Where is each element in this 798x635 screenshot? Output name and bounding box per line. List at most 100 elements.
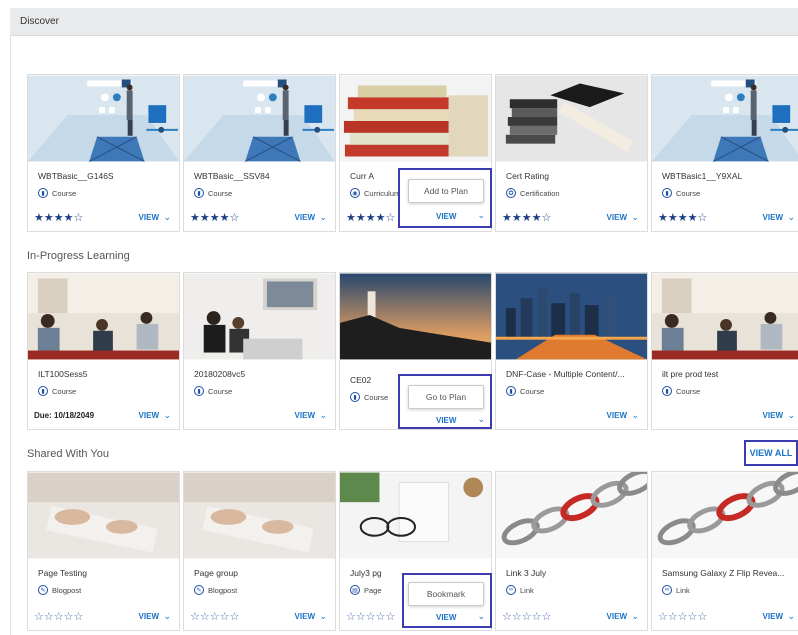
chevron-down-icon[interactable]: ⌄ bbox=[787, 611, 795, 622]
go-to-plan-button[interactable]: Go to Plan bbox=[408, 385, 484, 409]
type-label: Blogpost bbox=[208, 585, 238, 595]
view-button[interactable]: VIEW bbox=[436, 613, 456, 622]
book-icon: ▮ bbox=[662, 386, 672, 396]
view-button[interactable]: VIEW bbox=[436, 212, 456, 221]
due-date: Due: 10/18/2049 bbox=[34, 410, 95, 420]
chevron-down-icon[interactable]: ⌄ bbox=[477, 414, 485, 425]
book-icon: ▮ bbox=[194, 188, 204, 198]
view-button[interactable]: VIEW bbox=[607, 411, 627, 420]
chevron-down-icon[interactable]: ⌄ bbox=[163, 212, 171, 223]
view-all-button[interactable]: VIEW ALL bbox=[744, 440, 798, 466]
view-button[interactable]: VIEW bbox=[139, 612, 159, 621]
type-label: Link bbox=[676, 585, 690, 595]
chevron-down-icon[interactable]: ⌄ bbox=[787, 410, 795, 421]
thumbnail-keyboard bbox=[28, 472, 179, 559]
card-footer: ★★★★☆ VIEW ⌄ bbox=[502, 210, 641, 224]
learning-card[interactable]: CE02 ▮ Course Go to Plan VIEW ⌄ bbox=[339, 272, 492, 430]
chevron-down-icon[interactable]: ⌄ bbox=[631, 410, 639, 421]
learning-card[interactable]: DNF-Case - Multiple Content/... ▮ Course … bbox=[495, 272, 648, 430]
type-label: Course bbox=[676, 386, 701, 396]
learning-card[interactable]: Link 3 July ∞ Link ☆☆☆☆☆ VIEW ⌄ bbox=[495, 471, 648, 631]
learning-card[interactable]: 20180208vc5 ▮ Course VIEW ⌄ bbox=[183, 272, 336, 430]
learning-card[interactable]: July3 pg ▤ Page ☆☆☆☆☆ Bookmark VIEW ⌄ bbox=[339, 471, 492, 631]
rating-stars[interactable]: ★★★★☆ bbox=[658, 211, 707, 224]
rating-stars[interactable]: ★★★★☆ bbox=[190, 211, 239, 224]
thumbnail-chain bbox=[652, 472, 798, 559]
card-title: Samsung Galaxy Z Flip Revea... bbox=[662, 568, 785, 578]
certificate-icon: ✪ bbox=[506, 188, 516, 198]
chevron-down-icon[interactable]: ⌄ bbox=[163, 410, 171, 421]
rating-stars[interactable]: ★★★★☆ bbox=[502, 211, 551, 224]
card-title: Page Testing bbox=[38, 568, 87, 578]
card-title: WBTBasic__SSV84 bbox=[194, 171, 270, 181]
type-label: Course bbox=[520, 386, 545, 396]
view-button[interactable]: VIEW bbox=[139, 411, 159, 420]
bookmark-button[interactable]: Bookmark bbox=[408, 582, 484, 606]
thumbnail-desk bbox=[340, 472, 491, 559]
learning-card[interactable]: WBTBasic__SSV84 ▮ Course ★★★★☆ VIEW ⌄ bbox=[183, 74, 336, 232]
type-label: Page bbox=[364, 585, 382, 595]
page-icon: ▤ bbox=[350, 585, 360, 595]
chevron-down-icon[interactable]: ⌄ bbox=[319, 212, 327, 223]
rating-stars[interactable]: ★★★★☆ bbox=[34, 211, 83, 224]
view-button[interactable]: VIEW bbox=[763, 411, 783, 420]
view-button[interactable]: VIEW bbox=[295, 612, 315, 621]
book-icon: ▮ bbox=[662, 188, 672, 198]
chevron-down-icon[interactable]: ⌄ bbox=[477, 210, 485, 221]
learning-card[interactable]: ILT100Sess5 ▮ Course Due: 10/18/2049 VIEW… bbox=[27, 272, 180, 430]
thumbnail-classroom bbox=[28, 273, 179, 360]
content-type: ✪ Certification bbox=[506, 188, 560, 198]
card-title: WBTBasic1__Y9XAL bbox=[662, 171, 743, 181]
view-button[interactable]: VIEW bbox=[607, 213, 627, 222]
view-button[interactable]: VIEW bbox=[139, 213, 159, 222]
chevron-down-icon[interactable]: ⌄ bbox=[631, 611, 639, 622]
learning-card[interactable]: WBTBasic__G146S ▮ Course ★★★★☆ VIEW ⌄ bbox=[27, 74, 180, 232]
rating-stars[interactable]: ☆☆☆☆☆ bbox=[346, 610, 395, 623]
link-icon: ∞ bbox=[662, 585, 672, 595]
learning-card[interactable]: WBTBasic1__Y9XAL ▮ Course ★★★★☆ VIEW ⌄ bbox=[651, 74, 798, 232]
card-footer: ☆☆☆☆☆ VIEW ⌄ bbox=[190, 609, 329, 623]
learning-card[interactable]: Curr A ◉ Curriculum ★★★★☆ Add to Plan VIE… bbox=[339, 74, 492, 232]
learning-card[interactable]: Samsung Galaxy Z Flip Revea... ∞ Link ☆☆☆… bbox=[651, 471, 798, 631]
card-footer: ★★★★☆ VIEW ⌄ bbox=[34, 210, 173, 224]
learning-card[interactable]: Page group ✎ Blogpost ☆☆☆☆☆ VIEW ⌄ bbox=[183, 471, 336, 631]
thumbnail-illustration bbox=[652, 75, 798, 162]
content-type: ✎ Blogpost bbox=[194, 585, 237, 595]
card-footer: ☆☆☆☆☆ VIEW ⌄ bbox=[502, 609, 641, 623]
type-label: Course bbox=[208, 386, 233, 396]
type-label: Course bbox=[52, 386, 77, 396]
type-label: Blogpost bbox=[52, 585, 82, 595]
rating-stars[interactable]: ☆☆☆☆☆ bbox=[502, 610, 551, 623]
card-footer: ★★★★☆ VIEW ⌄ bbox=[190, 210, 329, 224]
rating-stars[interactable]: ☆☆☆☆☆ bbox=[658, 610, 707, 623]
left-border bbox=[10, 36, 11, 635]
rating-stars[interactable]: ☆☆☆☆☆ bbox=[190, 610, 239, 623]
chevron-down-icon[interactable]: ⌄ bbox=[787, 212, 795, 223]
card-title: Cert Rating bbox=[506, 171, 549, 181]
view-button[interactable]: VIEW bbox=[763, 612, 783, 621]
learning-card[interactable]: Cert Rating ✪ Certification ★★★★☆ VIEW ⌄ bbox=[495, 74, 648, 232]
content-type: ▮ Course bbox=[506, 386, 544, 396]
rating-stars[interactable]: ★★★★☆ bbox=[346, 211, 395, 224]
view-button[interactable]: VIEW bbox=[295, 213, 315, 222]
view-button[interactable]: VIEW bbox=[763, 213, 783, 222]
type-label: Link bbox=[520, 585, 534, 595]
view-button[interactable]: VIEW bbox=[295, 411, 315, 420]
learning-card[interactable]: ilt pre prod test ▮ Course VIEW ⌄ bbox=[651, 272, 798, 430]
section-title-shared: Shared With You bbox=[27, 448, 109, 460]
discover-row: WBTBasic__G146S ▮ Course ★★★★☆ VIEW ⌄ WBT… bbox=[27, 74, 798, 232]
chevron-down-icon[interactable]: ⌄ bbox=[319, 611, 327, 622]
chevron-down-icon[interactable]: ⌄ bbox=[319, 410, 327, 421]
chevron-down-icon[interactable]: ⌄ bbox=[477, 611, 485, 622]
view-button[interactable]: VIEW bbox=[607, 612, 627, 621]
card-title: Link 3 July bbox=[506, 568, 547, 578]
view-button[interactable]: VIEW bbox=[436, 416, 456, 425]
rating-stars[interactable]: ☆☆☆☆☆ bbox=[34, 610, 83, 623]
add-to-plan-button[interactable]: Add to Plan bbox=[408, 179, 484, 203]
chevron-down-icon[interactable]: ⌄ bbox=[163, 611, 171, 622]
learning-card[interactable]: Page Testing ✎ Blogpost ☆☆☆☆☆ VIEW ⌄ bbox=[27, 471, 180, 631]
card-footer: VIEW ⌄ bbox=[502, 408, 641, 422]
chevron-down-icon[interactable]: ⌄ bbox=[631, 212, 639, 223]
thumbnail-illustration bbox=[28, 75, 179, 162]
content-type: ∞ Link bbox=[662, 585, 690, 595]
